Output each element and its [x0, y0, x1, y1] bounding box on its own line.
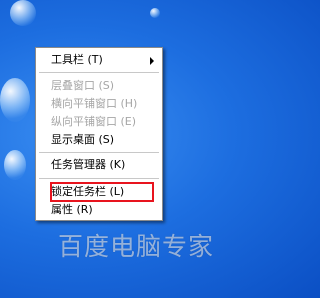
menu-item-label: 工具栏 (T) [51, 53, 103, 66]
menu-item-toolbars[interactable]: 工具栏 (T) [36, 51, 162, 69]
menu-item-tile-horizontally: 横向平铺窗口 (H) [36, 95, 162, 113]
water-drop-decoration [10, 0, 36, 26]
menu-item-tile-vertically: 纵向平铺窗口 (E) [36, 113, 162, 131]
annotation-highlight-box [50, 182, 154, 202]
menu-item-label: 纵向平铺窗口 (E) [51, 115, 137, 128]
menu-separator [39, 152, 159, 153]
taskbar-context-menu: 工具栏 (T) 层叠窗口 (S) 横向平铺窗口 (H) 纵向平铺窗口 (E) 显… [35, 47, 163, 221]
menu-item-show-desktop[interactable]: 显示桌面 (S) [36, 131, 162, 149]
water-drop-decoration [0, 78, 30, 122]
menu-item-label: 层叠窗口 (S) [51, 79, 115, 92]
water-drop-decoration [150, 8, 160, 18]
menu-item-label: 任务管理器 (K) [51, 158, 126, 171]
water-drop-decoration [4, 150, 26, 180]
menu-item-properties[interactable]: 属性 (R) [36, 201, 162, 219]
menu-separator [39, 178, 159, 179]
watermark-text: 百度电脑专家 [58, 232, 215, 261]
menu-separator [39, 72, 159, 73]
menu-item-task-manager[interactable]: 任务管理器 (K) [36, 156, 162, 174]
menu-item-label: 属性 (R) [51, 203, 93, 216]
menu-item-label: 横向平铺窗口 (H) [51, 97, 138, 110]
menu-item-cascade-windows: 层叠窗口 (S) [36, 77, 162, 95]
submenu-arrow-icon [150, 57, 154, 65]
menu-item-label: 显示桌面 (S) [51, 133, 115, 146]
